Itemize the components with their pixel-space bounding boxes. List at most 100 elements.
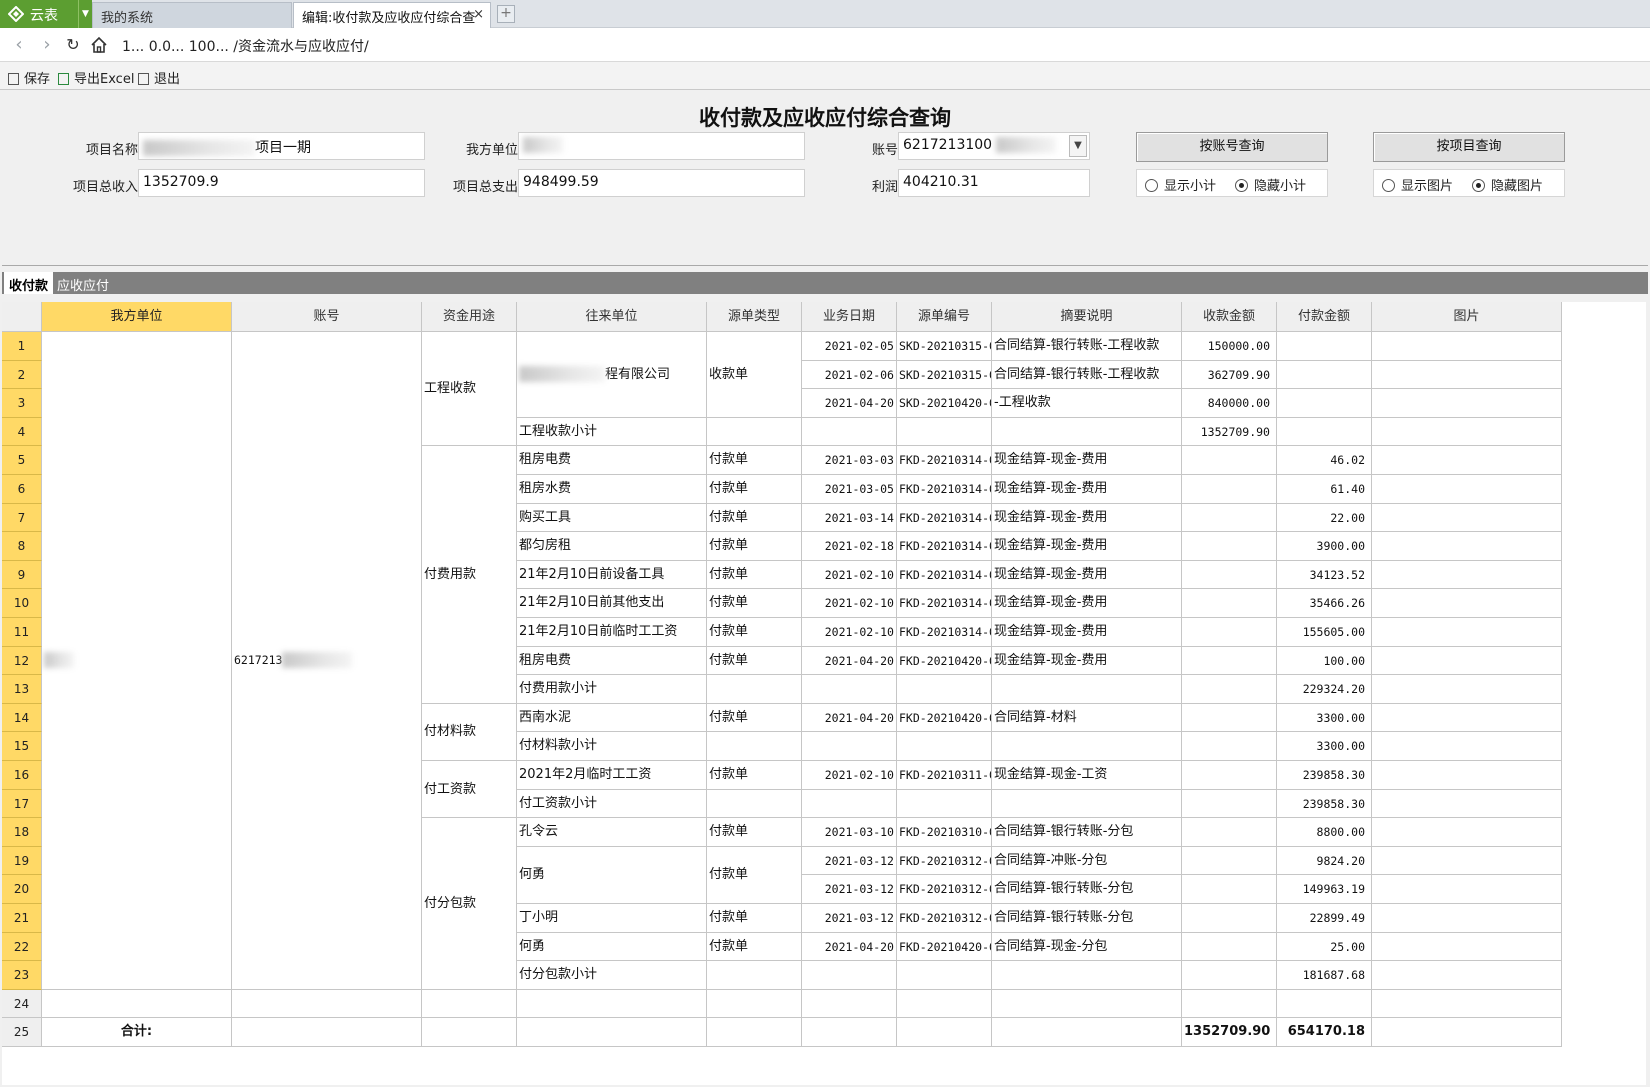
image-cell[interactable] <box>1372 646 1562 676</box>
row-header[interactable]: 6 <box>2 475 42 504</box>
purpose-cell[interactable]: 付工资款 <box>422 761 517 819</box>
row-header[interactable]: 17 <box>2 789 42 819</box>
image-cell[interactable] <box>1372 761 1562 790</box>
row-header[interactable]: 16 <box>2 761 42 790</box>
payment-amount-cell[interactable]: 22899.49 <box>1277 904 1372 933</box>
counterparty-cell[interactable]: 付费用款小计 <box>517 675 707 704</box>
counterparty-cell[interactable]: 何勇 <box>517 932 707 962</box>
source-code-cell[interactable] <box>897 961 992 990</box>
business-date-cell[interactable]: 2021-03-12 <box>802 846 897 876</box>
memo-cell[interactable]: 合同结算-银行转账-分包 <box>992 904 1182 933</box>
row-header[interactable]: 24 <box>2 989 42 1019</box>
business-date-cell[interactable]: 2021-02-05 <box>802 332 897 361</box>
row-header[interactable]: 8 <box>2 532 42 561</box>
memo-cell[interactable]: 合同结算-银行转账-工程收款 <box>992 332 1182 361</box>
total-income-field[interactable]: 1352709.9 <box>138 169 425 197</box>
source-type-cell[interactable]: 付款单 <box>707 446 802 475</box>
image-cell[interactable] <box>1372 875 1562 904</box>
our-unit-cell[interactable] <box>42 332 232 990</box>
source-code-cell[interactable]: FKD-20210314-013 <box>897 503 992 533</box>
receipt-amount-cell[interactable] <box>1182 475 1277 504</box>
payment-amount-cell[interactable]: 25.00 <box>1277 932 1372 962</box>
receipt-amount-cell[interactable] <box>1182 503 1277 533</box>
memo-cell[interactable]: 合同结算-银行转账-分包 <box>992 875 1182 904</box>
column-header[interactable]: 资金用途 <box>422 302 517 332</box>
source-code-cell[interactable]: FKD-20210420-001 <box>897 703 992 733</box>
receipt-amount-cell[interactable] <box>1182 732 1277 761</box>
image-cell[interactable] <box>1372 560 1562 590</box>
payment-amount-cell[interactable]: 181687.68 <box>1277 961 1372 990</box>
image-cell[interactable] <box>1372 389 1562 418</box>
source-type-cell[interactable] <box>707 989 802 1019</box>
memo-cell[interactable]: 现金结算-现金-费用 <box>992 589 1182 618</box>
image-cell[interactable] <box>1372 703 1562 733</box>
source-code-cell[interactable]: FKD-20210420-002 <box>897 932 992 962</box>
source-type-cell[interactable] <box>707 789 802 819</box>
memo-cell[interactable]: 合同结算-冲账-分包 <box>992 846 1182 876</box>
exit-button[interactable]: 退出 <box>138 68 180 87</box>
source-type-cell[interactable]: 付款单 <box>707 532 802 561</box>
export-excel-button[interactable]: 导出Excel <box>58 68 134 87</box>
image-cell[interactable] <box>1372 1018 1562 1047</box>
memo-cell[interactable]: 现金结算-现金-费用 <box>992 446 1182 475</box>
receipt-amount-cell[interactable]: 840000.00 <box>1182 389 1277 418</box>
column-header[interactable]: 我方单位 <box>42 302 232 332</box>
column-header[interactable]: 收款金额 <box>1182 302 1277 332</box>
memo-cell[interactable] <box>992 417 1182 447</box>
counterparty-cell[interactable]: 程有限公司 <box>517 332 707 418</box>
row-header[interactable]: 7 <box>2 503 42 533</box>
image-cell[interactable] <box>1372 932 1562 962</box>
receipt-amount-cell[interactable] <box>1182 818 1277 847</box>
memo-cell[interactable]: 合同结算-材料 <box>992 703 1182 733</box>
image-cell[interactable] <box>1372 675 1562 704</box>
column-header[interactable]: 源单编号 <box>897 302 992 332</box>
business-date-cell[interactable]: 2021-02-06 <box>802 360 897 390</box>
payment-amount-cell[interactable]: 3300.00 <box>1277 703 1372 733</box>
receipt-amount-cell[interactable]: 150000.00 <box>1182 332 1277 361</box>
chevron-down-icon[interactable]: ▼ <box>1069 135 1087 157</box>
memo-cell[interactable]: 现金结算-现金-费用 <box>992 560 1182 590</box>
row-header[interactable]: 9 <box>2 560 42 590</box>
business-date-cell[interactable]: 2021-02-10 <box>802 560 897 590</box>
source-code-cell[interactable]: FKD-20210314-011 <box>897 446 992 475</box>
payment-amount-cell[interactable]: 3900.00 <box>1277 532 1372 561</box>
counterparty-cell[interactable]: 都匀房租 <box>517 532 707 561</box>
source-type-cell[interactable]: 付款单 <box>707 818 802 847</box>
memo-cell[interactable]: 合同结算-银行转账-工程收款 <box>992 360 1182 390</box>
counterparty-cell[interactable]: 付材料款小计 <box>517 732 707 761</box>
source-type-cell[interactable] <box>707 732 802 761</box>
business-date-cell[interactable]: 2021-03-03 <box>802 446 897 475</box>
source-code-cell[interactable]: SKD-20210420-001 <box>897 389 992 418</box>
payment-amount-cell[interactable] <box>1277 417 1372 447</box>
project-name-field[interactable]: 项目一期 <box>138 132 425 160</box>
payment-amount-cell[interactable]: 46.02 <box>1277 446 1372 475</box>
account-cell[interactable]: 6217213 <box>232 332 422 990</box>
counterparty-cell[interactable]: 付分包款小计 <box>517 961 707 990</box>
source-code-cell[interactable]: FKD-20210314-012 <box>897 475 992 504</box>
image-cell[interactable] <box>1372 360 1562 390</box>
business-date-cell[interactable]: 2021-02-10 <box>802 589 897 618</box>
payment-amount-cell[interactable]: 239858.30 <box>1277 789 1372 819</box>
business-date-cell[interactable]: 2021-02-10 <box>802 761 897 790</box>
source-code-cell[interactable]: FKD-20210312-004 <box>897 904 992 933</box>
business-date-cell[interactable] <box>802 417 897 447</box>
row-header[interactable]: 20 <box>2 875 42 904</box>
column-header[interactable]: 摘要说明 <box>992 302 1182 332</box>
receipt-amount-cell[interactable] <box>1182 989 1277 1019</box>
source-type-cell[interactable]: 付款单 <box>707 904 802 933</box>
source-code-cell[interactable]: FKD-20210312-003 <box>897 875 992 904</box>
source-code-cell[interactable] <box>897 732 992 761</box>
source-type-cell[interactable]: 付款单 <box>707 703 802 733</box>
receipt-amount-cell[interactable] <box>1182 846 1277 876</box>
receipt-amount-cell[interactable] <box>1182 560 1277 590</box>
payment-amount-cell[interactable]: 22.00 <box>1277 503 1372 533</box>
source-code-cell[interactable]: SKD-20210315-006 <box>897 360 992 390</box>
payment-amount-cell[interactable]: 229324.20 <box>1277 675 1372 704</box>
row-header[interactable]: 23 <box>2 961 42 990</box>
counterparty-cell[interactable]: 2021年2月临时工工资 <box>517 761 707 790</box>
receipt-amount-cell[interactable] <box>1182 703 1277 733</box>
source-type-cell[interactable]: 付款单 <box>707 761 802 790</box>
total-empty-cell[interactable] <box>707 1018 802 1047</box>
memo-cell[interactable]: 现金结算-现金-费用 <box>992 532 1182 561</box>
counterparty-cell[interactable]: 丁小明 <box>517 904 707 933</box>
